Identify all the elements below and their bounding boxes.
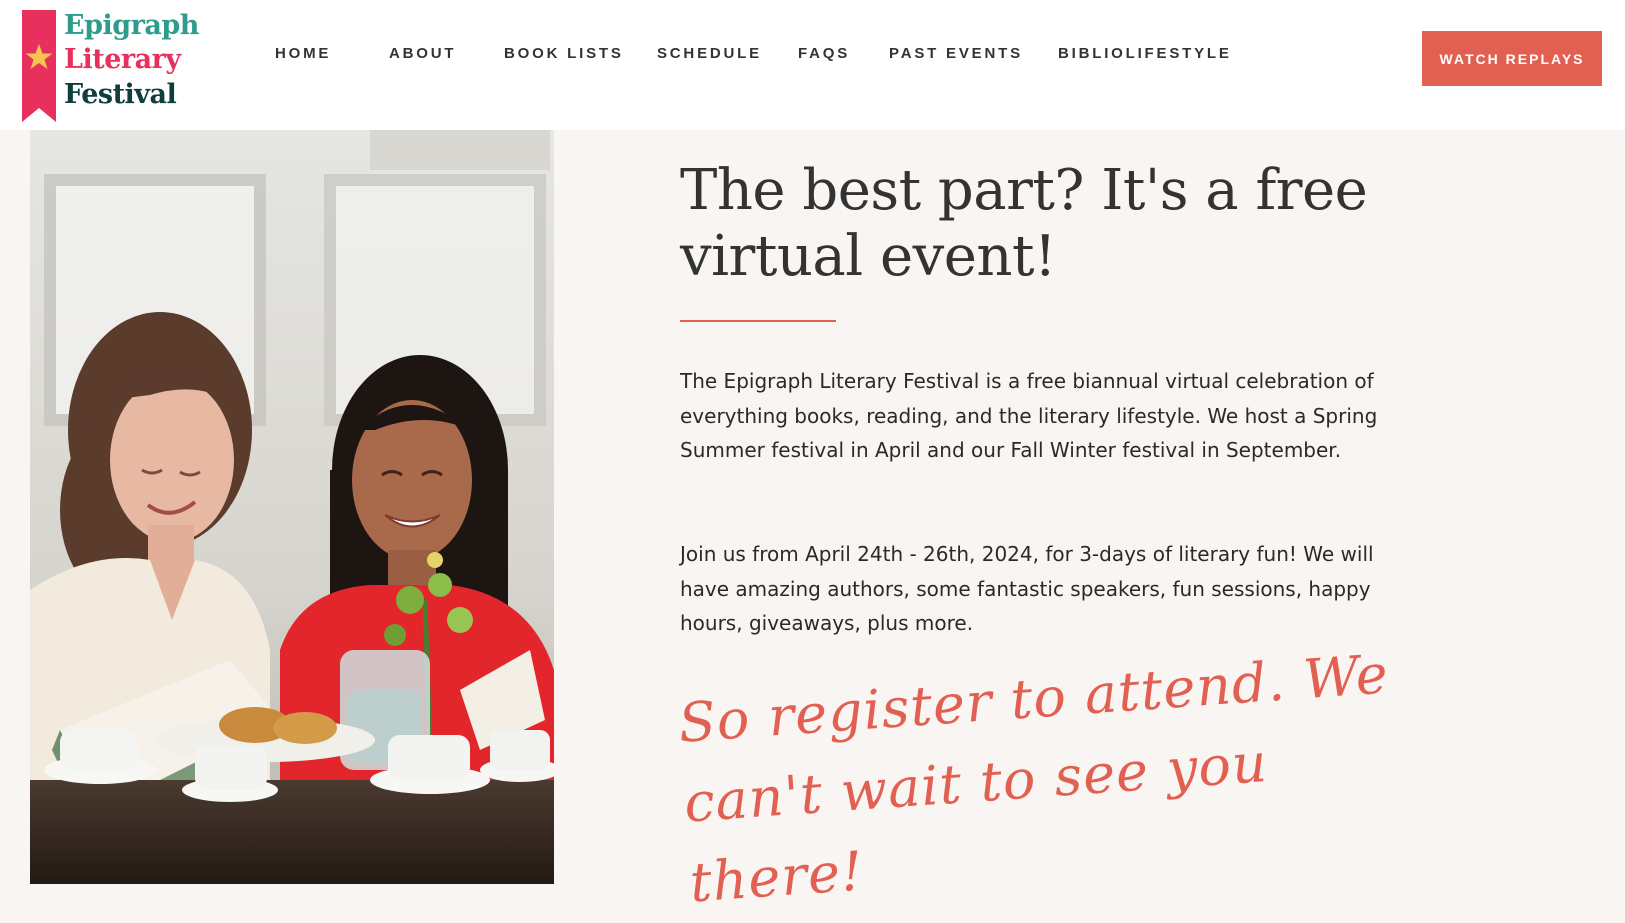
women-reading-illustration [30,130,554,884]
nav-item-bibliolifestyle[interactable]: BIBLIOLIFESTYLE [1058,45,1232,63]
logo-text-literary: Literary [64,44,181,75]
logo-text-epigraph: Epigraph [64,10,199,41]
register-script-text: So register to attend. We can't wait to … [676,642,1391,915]
nav-item-about[interactable]: ABOUT [389,45,456,63]
nav-item-past-events[interactable]: PAST EVENTS [889,45,1023,63]
site-header: Epigraph Literary Festival HOME ABOUT BO… [0,0,1625,130]
dates-paragraph: Join us from April 24th - 26th, 2024, fo… [680,542,1374,635]
site-logo[interactable]: Epigraph Literary Festival [22,10,212,122]
logo-text-festival: Festival [64,79,177,110]
accent-divider [680,320,836,322]
nav-item-book-lists[interactable]: BOOK LISTS [504,45,624,63]
page-title: The best part? It's a free virtual event… [680,158,1368,289]
nav-item-home[interactable]: HOME [275,45,331,63]
nav-item-faqs[interactable]: FAQS [798,45,850,63]
intro-paragraph: The Epigraph Literary Festival is a free… [680,369,1378,462]
hero-photo [30,130,554,884]
bookmark-ribbon-icon [22,10,56,122]
nav-item-schedule[interactable]: SCHEDULE [657,45,762,63]
watch-replays-button[interactable]: WATCH REPLAYS [1422,31,1602,86]
